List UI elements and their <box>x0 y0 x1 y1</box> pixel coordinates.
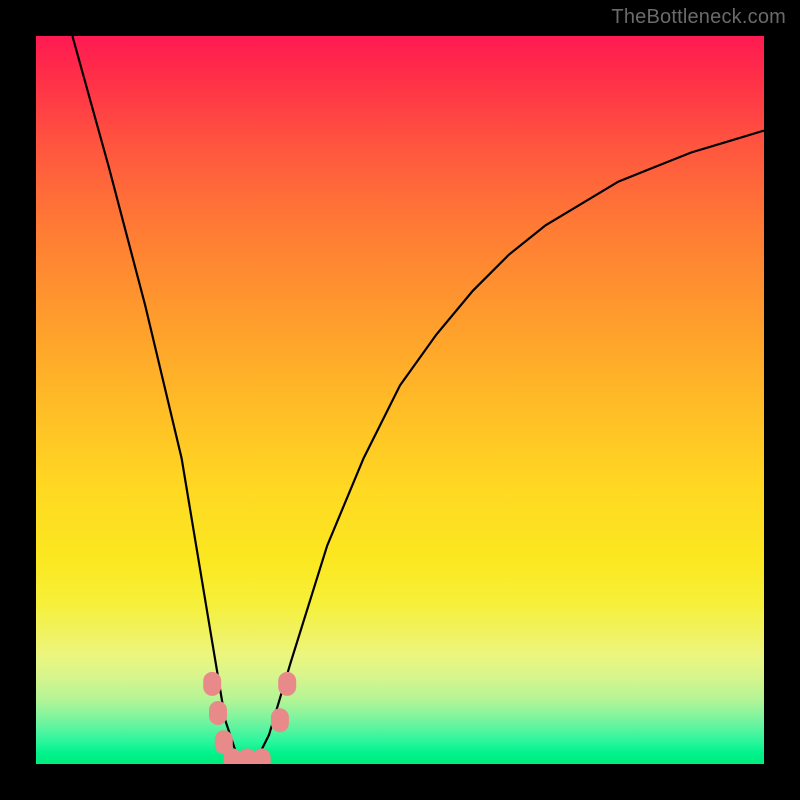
marker-layer <box>203 672 296 764</box>
watermark-text: TheBottleneck.com <box>611 6 786 29</box>
chart-svg <box>36 36 764 764</box>
marker-right-1 <box>271 708 289 732</box>
bottleneck-curve <box>72 36 764 764</box>
marker-left-2 <box>209 701 227 725</box>
marker-right-2 <box>278 672 296 696</box>
marker-left-1 <box>203 672 221 696</box>
plot-area <box>36 36 764 764</box>
curve-layer <box>72 36 764 764</box>
marker-bottom-3 <box>253 748 271 764</box>
